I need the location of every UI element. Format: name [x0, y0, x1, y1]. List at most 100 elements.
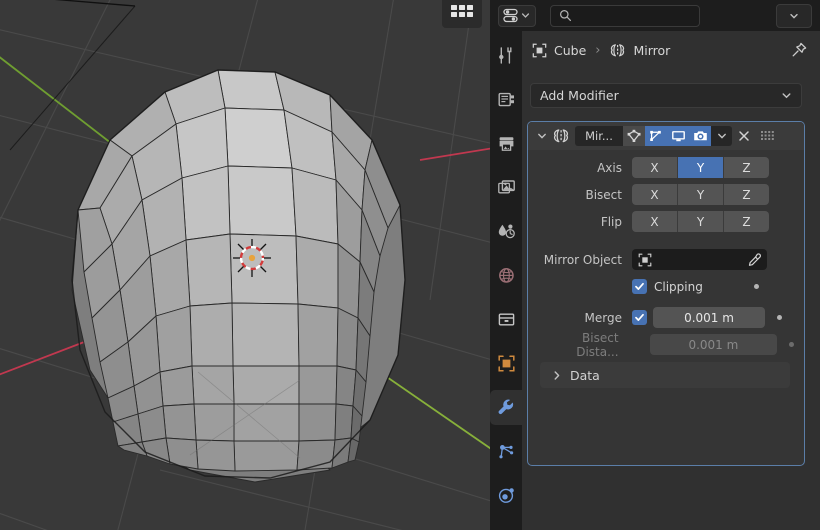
flip-label: Flip: [600, 214, 622, 229]
breadcrumb-object-label: Cube: [554, 42, 587, 58]
search-icon: [559, 9, 572, 22]
chevron-right-icon: [554, 370, 560, 380]
row-clipping: Clipping: [536, 275, 794, 298]
sidebar-item-world[interactable]: [490, 258, 522, 293]
tool-icon: [498, 47, 511, 64]
modifier-header: Mir...: [528, 122, 804, 150]
3d-cursor: [233, 239, 271, 277]
sidebar-item-particles[interactable]: [490, 434, 522, 469]
eyedropper-icon[interactable]: [748, 252, 762, 267]
properties-editor: Cube › Mirror Add Modifier Mir... Axis X…: [490, 0, 820, 530]
modifier-subpanel-data[interactable]: Data: [540, 362, 790, 388]
merge-animate-dot[interactable]: [777, 315, 782, 320]
sidebar-item-view-layer[interactable]: [490, 170, 522, 205]
flip-toggle-x[interactable]: X: [632, 211, 678, 232]
breadcrumb-modifier-label: Mirror: [633, 42, 671, 58]
pin-button[interactable]: [790, 41, 808, 59]
modifier-panel-mirror: Mir... Axis X Y Z Bisect X Y Z Flip X Y …: [527, 121, 805, 466]
bisect-toggle-y[interactable]: Y: [678, 184, 724, 205]
sidebar-item-modifiers[interactable]: [490, 390, 522, 425]
clipping-label: Clipping: [654, 279, 703, 294]
modifier-type-icon-wrapper: [550, 128, 572, 144]
properties-header: [490, 0, 820, 31]
sidebar-item-scene[interactable]: [490, 214, 522, 249]
render-camera-icon: [498, 92, 514, 107]
sidebar-item-constraints[interactable]: [490, 522, 522, 530]
row-flip: Flip X Y Z: [536, 210, 794, 233]
bisect-distance-value-field: 0.001 m: [649, 334, 778, 355]
check-icon: [635, 282, 644, 290]
modifier-extras-dropdown[interactable]: [711, 126, 732, 146]
viewport-canvas: [0, 0, 490, 530]
add-modifier-button[interactable]: Add Modifier: [530, 83, 802, 108]
chevron-down-icon: [538, 133, 546, 139]
modifier-toggle-realtime[interactable]: [667, 126, 689, 146]
flip-toggle-z[interactable]: Z: [724, 211, 769, 232]
modifier-toggle-on-cage[interactable]: [623, 126, 645, 146]
header-options-button[interactable]: [776, 4, 812, 28]
wrench-icon: [498, 399, 513, 415]
row-bisect-distance: Bisect Dista... 0.001 m: [536, 330, 794, 359]
breadcrumb-modifier[interactable]: Mirror: [609, 43, 670, 58]
properties-body: Add Modifier Mir... Axis X Y Z Bisect X …: [522, 69, 820, 530]
object-data-icon: [532, 43, 547, 57]
modifier-content: Axis X Y Z Bisect X Y Z Flip X Y Z Mirro…: [528, 150, 804, 388]
flip-toggle-group: X Y Z: [632, 211, 769, 232]
axis-toggle-y[interactable]: Y: [678, 157, 724, 178]
modifier-expand-toggle[interactable]: [534, 131, 550, 141]
modifier-drag-handle[interactable]: [756, 126, 778, 146]
sidebar-item-output[interactable]: [490, 126, 522, 161]
axis-toggle-z[interactable]: Z: [724, 157, 769, 178]
modifier-close-button[interactable]: [732, 126, 756, 146]
viewport-overlay-button[interactable]: [442, 0, 482, 28]
camera-icon: [693, 131, 707, 141]
add-modifier-label: Add Modifier: [540, 88, 619, 103]
bisect-distance-animate-dot[interactable]: [789, 342, 794, 347]
axis-toggle-x[interactable]: X: [632, 157, 678, 178]
edit-mode-icon: [650, 130, 661, 141]
mirror-modifier-icon: [554, 129, 568, 143]
editor-type-selector[interactable]: [498, 4, 536, 27]
mirror-modifier-icon: [611, 43, 625, 56]
merge-value-field[interactable]: 0.001 m: [653, 307, 765, 328]
breadcrumb-object[interactable]: Cube: [532, 43, 586, 58]
breadcrumb-separator: ›: [595, 42, 601, 58]
images-icon: [497, 180, 515, 194]
search-input-wrapper[interactable]: [550, 4, 700, 27]
bisect-toggle-z[interactable]: Z: [724, 184, 769, 205]
bisect-toggle-group: X Y Z: [632, 184, 769, 205]
pin-icon: [792, 42, 807, 57]
clipping-animate-dot[interactable]: [753, 284, 759, 289]
mirror-object-label: Mirror Object: [543, 252, 622, 267]
modifier-toggle-render[interactable]: [689, 126, 711, 146]
modifier-name-input[interactable]: Mir...: [575, 126, 623, 146]
x-icon: [739, 131, 749, 141]
modifier-toggle-edit-mode[interactable]: [645, 126, 667, 146]
merge-label: Merge: [584, 310, 622, 325]
clipping-checkbox[interactable]: [632, 279, 647, 294]
axis-toggle-group: X Y Z: [632, 157, 769, 178]
blender-window: Cube › Mirror Add Modifier Mir... Axis X…: [0, 0, 820, 530]
sidebar-item-render[interactable]: [490, 82, 522, 117]
mirror-object-field[interactable]: [632, 249, 767, 270]
sidebar-item-object[interactable]: [490, 346, 522, 381]
chevron-down-icon: [790, 13, 798, 19]
sidebar-item-physics[interactable]: [490, 478, 522, 513]
merge-checkbox[interactable]: [632, 310, 647, 325]
row-bisect: Bisect X Y Z: [536, 183, 794, 206]
physics-orbit-icon: [498, 488, 514, 503]
drag-grip-icon: [760, 130, 774, 140]
sidebar-item-tool[interactable]: [490, 38, 522, 73]
bisect-label: Bisect: [585, 187, 622, 202]
search-input[interactable]: [572, 8, 696, 23]
chevron-down-icon: [782, 93, 791, 99]
on-cage-icon: [627, 129, 641, 142]
modifier-subpanel-data-label: Data: [570, 367, 600, 383]
row-merge: Merge 0.001 m: [536, 306, 794, 329]
3d-viewport[interactable]: [0, 0, 490, 530]
bisect-toggle-x[interactable]: X: [632, 184, 678, 205]
bisect-distance-label: Bisect Dista...: [576, 330, 619, 359]
object-square-icon: [497, 355, 515, 372]
sidebar-item-collection[interactable]: [490, 302, 522, 337]
flip-toggle-y[interactable]: Y: [678, 211, 724, 232]
